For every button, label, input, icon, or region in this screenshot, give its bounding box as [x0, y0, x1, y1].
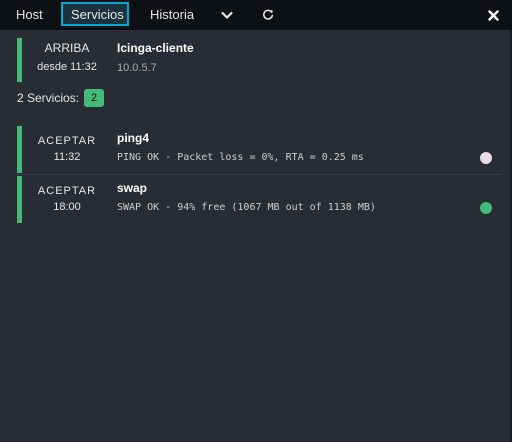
services-summary-label: 2 Servicios: [17, 91, 80, 105]
detail-panel[interactable]: ARRIBA desde 11:32 Icinga-cliente 10.0.5… [0, 30, 510, 442]
service-status-indicator-icon [480, 202, 492, 214]
host-state-label: ARRIBA [44, 41, 90, 55]
host-state-since: desde 11:32 [37, 61, 97, 73]
refresh-icon[interactable] [260, 0, 276, 30]
chevron-down-icon[interactable] [219, 0, 235, 30]
service-name[interactable]: swap [117, 181, 147, 195]
service-status-indicator-icon [480, 152, 492, 164]
service-state-time: 18:00 [53, 201, 81, 213]
service-output: PING OK - Packet loss = 0%, RTA = 0.25 m… [117, 152, 364, 163]
service-state-column: ACEPTAR 18:00 [22, 176, 112, 213]
host-row[interactable]: ARRIBA desde 11:32 Icinga-cliente 10.0.5… [17, 38, 507, 82]
service-row-ping4[interactable]: ACEPTAR 11:32 ping4 PING OK - Packet los… [17, 126, 502, 173]
close-icon[interactable] [485, 0, 501, 30]
tab-services[interactable]: Servicios [61, 2, 129, 26]
row-divider [17, 174, 502, 175]
service-name[interactable]: ping4 [117, 131, 149, 145]
service-output: SWAP OK - 94% free (1067 MB out of 1138 … [117, 202, 376, 213]
service-state-time: 11:32 [53, 151, 81, 163]
host-state-column: ARRIBA desde 11:32 [22, 38, 112, 73]
services-count-badge[interactable]: 2 [84, 89, 105, 107]
services-summary: 2 Servicios: 2 [17, 89, 105, 107]
service-state-label: ACEPTAR [37, 185, 97, 197]
service-row-swap[interactable]: ACEPTAR 18:00 swap SWAP OK - 94% free (1… [17, 176, 502, 223]
tab-host[interactable]: Host [16, 0, 43, 30]
service-state-column: ACEPTAR 11:32 [22, 126, 112, 163]
tab-history[interactable]: Historia [150, 0, 194, 30]
top-nav-bar: Host Servicios Historia [0, 0, 512, 30]
service-state-label: ACEPTAR [37, 135, 97, 147]
host-name[interactable]: Icinga-cliente [117, 41, 194, 55]
host-address: 10.0.5.7 [117, 62, 157, 74]
